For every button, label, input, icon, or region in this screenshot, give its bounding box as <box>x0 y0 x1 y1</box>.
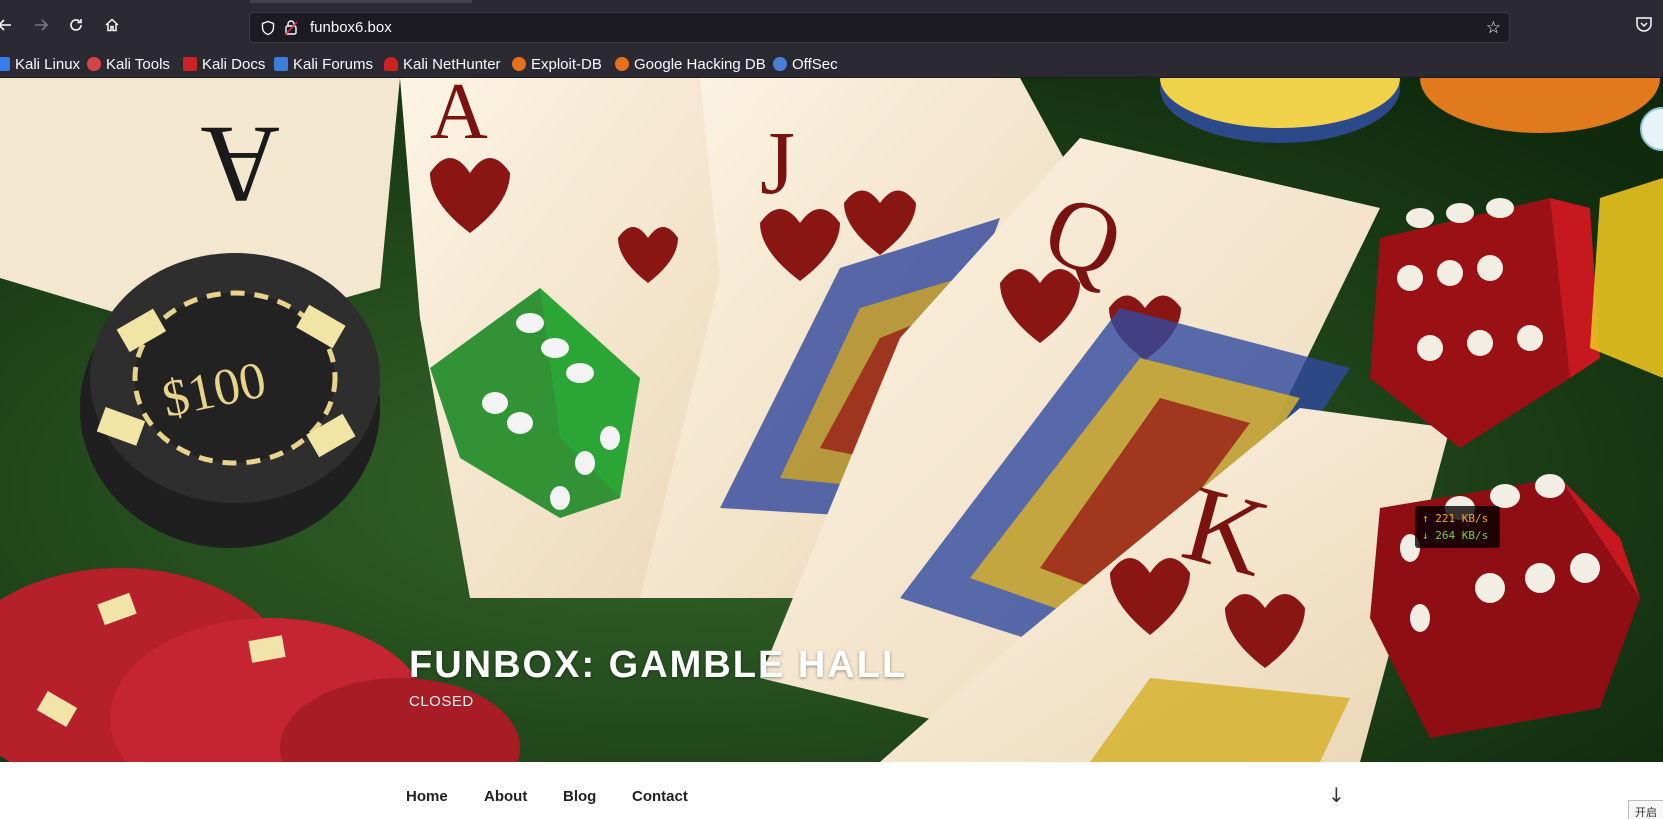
nav-contact[interactable]: Contact <box>632 788 688 805</box>
bookmark-kali-docs[interactable]: Kali Docs <box>183 54 265 74</box>
tracking-shield-icon[interactable] <box>260 20 276 36</box>
nav-home[interactable]: Home <box>406 788 448 805</box>
bookmark-label: Kali Forums <box>293 55 374 73</box>
bookmark-label: Exploit-DB <box>531 55 602 73</box>
active-tab-indicator <box>250 0 472 3</box>
back-button[interactable] <box>0 14 16 36</box>
exploit-db-icon <box>512 57 526 71</box>
card-letter-text: A <box>430 78 488 156</box>
bookmark-kali-forums[interactable]: Kali Forums <box>274 54 373 74</box>
kali-tools-icon <box>87 57 101 71</box>
kali-icon <box>0 57 10 71</box>
bookmark-google-hacking-db[interactable]: Google Hacking DB <box>615 54 766 74</box>
upload-speed: ↑ 221 KB/s <box>1422 512 1489 525</box>
ghdb-icon <box>615 57 629 71</box>
bookmark-kali-nethunter[interactable]: Kali NetHunter <box>384 54 501 74</box>
bookmark-label: Google Hacking DB <box>634 55 766 73</box>
bookmark-kali-tools[interactable]: Kali Tools <box>87 54 170 74</box>
bookmarks-toolbar: Kali Linux Kali Tools Kali Docs Kali For… <box>0 48 1663 78</box>
nav-blog[interactable]: Blog <box>563 788 596 805</box>
bookmark-label: Kali Tools <box>106 55 170 73</box>
forward-button[interactable] <box>30 14 52 36</box>
offsec-icon <box>773 57 787 71</box>
url-text[interactable]: funbox6.box <box>310 19 392 36</box>
scroll-down-arrow-icon[interactable]: ↓ <box>1328 783 1345 807</box>
card-letter-text: A <box>201 104 280 226</box>
network-speed-widget: ↑ 221 KB/s ↓ 264 KB/s <box>1415 506 1500 548</box>
bookmark-star-icon[interactable]: ☆ <box>1486 18 1501 38</box>
download-speed: ↓ 264 KB/s <box>1422 529 1489 542</box>
svg-text:A: A <box>201 104 280 226</box>
nav-about[interactable]: About <box>484 788 527 805</box>
browser-toolbar: funbox6.box ☆ <box>0 0 1663 48</box>
reload-button[interactable] <box>65 14 87 36</box>
bookmark-exploit-db[interactable]: Exploit-DB <box>512 54 602 74</box>
bookmark-kali-linux[interactable]: Kali Linux <box>0 54 80 74</box>
pocket-icon[interactable] <box>1635 15 1653 33</box>
home-icon <box>105 18 119 32</box>
bookmark-offsec[interactable]: OffSec <box>773 54 838 74</box>
bookmark-label: Kali NetHunter <box>403 55 501 73</box>
home-button[interactable] <box>101 14 123 36</box>
site-description: CLOSED <box>409 693 474 710</box>
forward-arrow-icon <box>35 19 49 31</box>
hero-header: A A J Q K $100 ↑ 221 KB/s ↓ 264 KB/s FUN… <box>0 78 1663 762</box>
site-title[interactable]: FUNBOX: GAMBLE HALL <box>409 644 907 687</box>
kali-forums-icon <box>274 57 288 71</box>
insecure-lock-icon[interactable] <box>283 19 299 37</box>
ime-indicator: 开启 <box>1628 800 1663 819</box>
address-bar[interactable]: funbox6.box ☆ <box>249 12 1510 43</box>
back-arrow-icon <box>0 19 11 31</box>
bookmark-label: OffSec <box>792 55 838 73</box>
kali-docs-icon <box>183 57 197 71</box>
card-letter-text: J <box>760 114 795 213</box>
bookmark-label: Kali Docs <box>202 55 266 73</box>
reload-icon <box>70 19 82 31</box>
site-navigation: Home About Blog Contact ↓ <box>0 762 1663 819</box>
bookmark-label: Kali Linux <box>15 55 81 73</box>
nethunter-icon <box>384 57 398 71</box>
